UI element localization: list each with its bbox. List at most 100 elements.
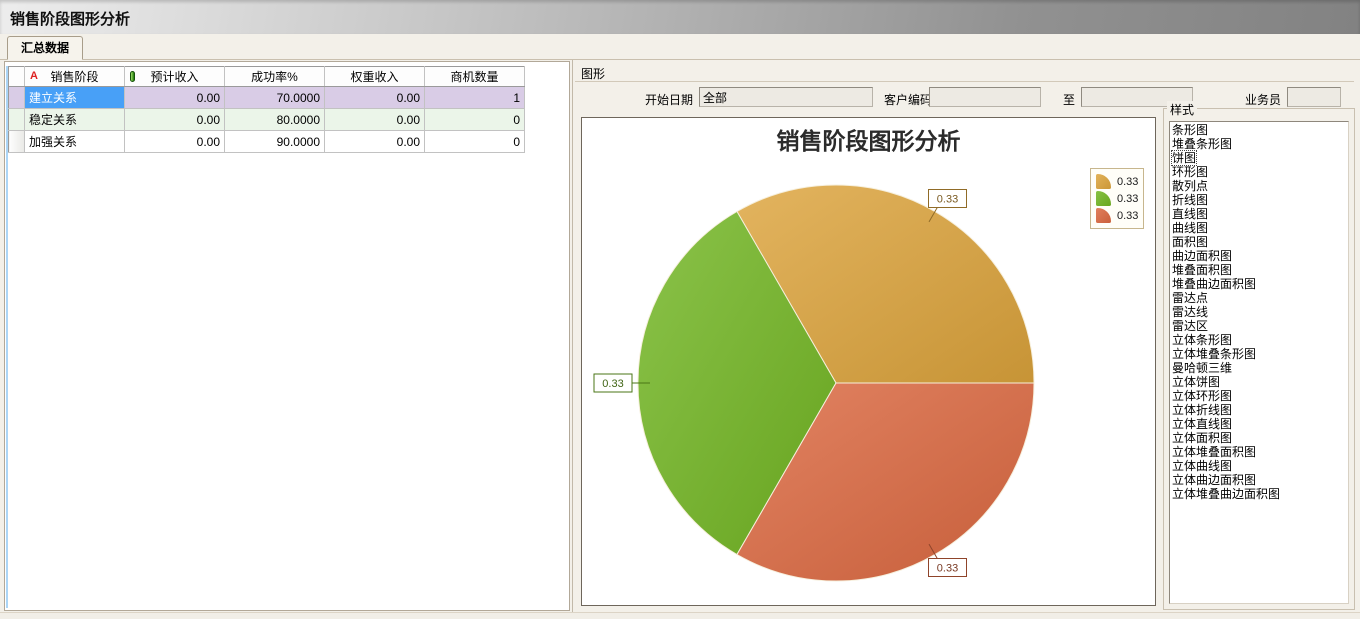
cell-opportunities[interactable]: 0 — [425, 131, 525, 153]
table-row: 建立关系 0.00 70.0000 0.00 1 — [9, 87, 525, 109]
style-group: 样式 条形图堆叠条形图饼图环形图散列点折线图直线图曲线图面积图曲边面积图堆叠面积… — [1163, 108, 1355, 610]
style-list-item-label: 立体条形图 — [1172, 333, 1232, 347]
style-list-item[interactable]: 堆叠面积图 — [1172, 263, 1348, 277]
pie-wedge-icon — [1096, 208, 1111, 223]
style-list-item-label: 曲边面积图 — [1172, 249, 1232, 263]
style-list-item[interactable]: 饼图 — [1172, 151, 1348, 165]
cell-stage[interactable]: 加强关系 — [25, 131, 125, 153]
row-indicator[interactable] — [9, 131, 25, 153]
style-list-item[interactable]: 立体曲线图 — [1172, 459, 1348, 473]
cell-opportunities[interactable]: 1 — [425, 87, 525, 109]
style-list-item[interactable]: 曼哈顿三维 — [1172, 361, 1348, 375]
cell-weighted-income[interactable]: 0.00 — [325, 131, 425, 153]
style-list-item-label: 立体环形图 — [1172, 389, 1232, 403]
chart-title: 销售阶段图形分析 — [582, 122, 1155, 156]
column-header-stage[interactable]: A 销售阶段 — [25, 67, 125, 87]
column-header-opportunities[interactable]: 商机数量 — [425, 67, 525, 87]
summary-grid-panel: A 销售阶段 预计收入 成功率% 权重收入 商机数量 建立关系 0.00 70.… — [4, 61, 570, 611]
bottom-statusbar — [0, 612, 1360, 619]
style-list-item-label: 条形图 — [1172, 123, 1208, 137]
style-list-item[interactable]: 曲边面积图 — [1172, 249, 1348, 263]
style-list-item-label: 立体堆叠条形图 — [1172, 347, 1256, 361]
pie-wedge-icon — [1096, 174, 1111, 189]
style-list-item-label: 立体堆叠曲边面积图 — [1172, 487, 1280, 501]
legend-value: 0.33 — [1117, 210, 1138, 222]
column-header-success-rate[interactable]: 成功率% — [225, 67, 325, 87]
graph-panel-title: 图形 — [581, 65, 605, 82]
tab-summary-data[interactable]: 汇总数据 — [7, 36, 83, 60]
style-group-title: 样式 — [1167, 101, 1197, 118]
style-list-item[interactable]: 立体条形图 — [1172, 333, 1348, 347]
style-list-item[interactable]: 立体堆叠条形图 — [1172, 347, 1348, 361]
cell-weighted-income[interactable]: 0.00 — [325, 109, 425, 131]
cell-expected-income[interactable]: 0.00 — [125, 87, 225, 109]
pie-data-label: 0.33 — [602, 378, 623, 390]
style-list-item[interactable]: 立体饼图 — [1172, 375, 1348, 389]
window-titlebar: 销售阶段图形分析 — [0, 0, 1360, 34]
cell-stage[interactable]: 稳定关系 — [25, 109, 125, 131]
style-list-item[interactable]: 立体环形图 — [1172, 389, 1348, 403]
table-row: 稳定关系 0.00 80.0000 0.00 0 — [9, 109, 525, 131]
style-list-item[interactable]: 立体面积图 — [1172, 431, 1348, 445]
style-list-item[interactable]: 折线图 — [1172, 193, 1348, 207]
style-list-item[interactable]: 立体堆叠曲边面积图 — [1172, 487, 1348, 501]
style-list-item-label: 立体直线图 — [1172, 417, 1232, 431]
pie-data-label: 0.33 — [937, 194, 958, 206]
cell-opportunities[interactable]: 0 — [425, 109, 525, 131]
start-date-input[interactable] — [699, 87, 873, 107]
style-list-item[interactable]: 环形图 — [1172, 165, 1348, 179]
style-list-item[interactable]: 立体折线图 — [1172, 403, 1348, 417]
style-list-item[interactable]: 堆叠曲边面积图 — [1172, 277, 1348, 291]
style-list-item-label: 雷达区 — [1172, 319, 1208, 333]
style-list-item-label: 立体面积图 — [1172, 431, 1232, 445]
style-list-item[interactable]: 散列点 — [1172, 179, 1348, 193]
style-list-item[interactable]: 堆叠条形图 — [1172, 137, 1348, 151]
style-listbox[interactable]: 条形图堆叠条形图饼图环形图散列点折线图直线图曲线图面积图曲边面积图堆叠面积图堆叠… — [1169, 121, 1349, 604]
style-list-item[interactable]: 立体堆叠面积图 — [1172, 445, 1348, 459]
cell-expected-income[interactable]: 0.00 — [125, 109, 225, 131]
style-list-item-label: 立体曲线图 — [1172, 459, 1232, 473]
to-label: 至 — [1063, 91, 1075, 108]
style-list-item-label: 环形图 — [1172, 165, 1208, 179]
style-list-item[interactable]: 直线图 — [1172, 207, 1348, 221]
style-list-item[interactable]: 面积图 — [1172, 235, 1348, 249]
style-list-item-label: 立体折线图 — [1172, 403, 1232, 417]
legend-item: 0.33 — [1096, 173, 1138, 190]
cell-success-rate[interactable]: 70.0000 — [225, 87, 325, 109]
legend-item: 0.33 — [1096, 207, 1138, 224]
column-header-label: 商机数量 — [450, 70, 498, 84]
style-list-item-label: 立体饼图 — [1172, 375, 1220, 389]
style-list-item-label: 堆叠条形图 — [1172, 137, 1232, 151]
style-list-item[interactable]: 立体曲边面积图 — [1172, 473, 1348, 487]
style-list-item-label: 散列点 — [1172, 179, 1208, 193]
pie-data-label: 0.33 — [937, 563, 958, 575]
column-header-expected-income[interactable]: 预计收入 — [125, 67, 225, 87]
style-list-item[interactable]: 雷达点 — [1172, 291, 1348, 305]
graph-panel: 图形 开始日期 客户编码 至 业务员 0.330.330.33 销售阶段图形分析… — [572, 60, 1358, 612]
row-indicator[interactable] — [9, 87, 25, 109]
salesman-input[interactable] — [1287, 87, 1341, 107]
window-title: 销售阶段图形分析 — [10, 8, 130, 29]
divider — [575, 81, 1354, 82]
cell-stage[interactable]: 建立关系 — [25, 87, 125, 109]
style-list-item-label: 立体曲边面积图 — [1172, 473, 1256, 487]
cell-expected-income[interactable]: 0.00 — [125, 131, 225, 153]
cell-weighted-income[interactable]: 0.00 — [325, 87, 425, 109]
style-list-item-label: 曲线图 — [1172, 221, 1208, 235]
cell-success-rate[interactable]: 80.0000 — [225, 109, 325, 131]
style-list-item-label: 直线图 — [1172, 207, 1208, 221]
style-list-item-label: 堆叠曲边面积图 — [1172, 277, 1256, 291]
text-column-icon: A — [30, 70, 38, 82]
style-list-item[interactable]: 雷达区 — [1172, 319, 1348, 333]
legend-item: 0.33 — [1096, 190, 1138, 207]
row-indicator[interactable] — [9, 109, 25, 131]
style-list-item[interactable]: 立体直线图 — [1172, 417, 1348, 431]
style-list-item[interactable]: 雷达线 — [1172, 305, 1348, 319]
start-date-label: 开始日期 — [645, 91, 693, 108]
customer-code-input[interactable] — [929, 87, 1041, 107]
style-list-item[interactable]: 曲线图 — [1172, 221, 1348, 235]
column-header-weighted-income[interactable]: 权重收入 — [325, 67, 425, 87]
style-list-item[interactable]: 条形图 — [1172, 123, 1348, 137]
cell-success-rate[interactable]: 90.0000 — [225, 131, 325, 153]
column-header-label: 权重收入 — [350, 70, 398, 84]
